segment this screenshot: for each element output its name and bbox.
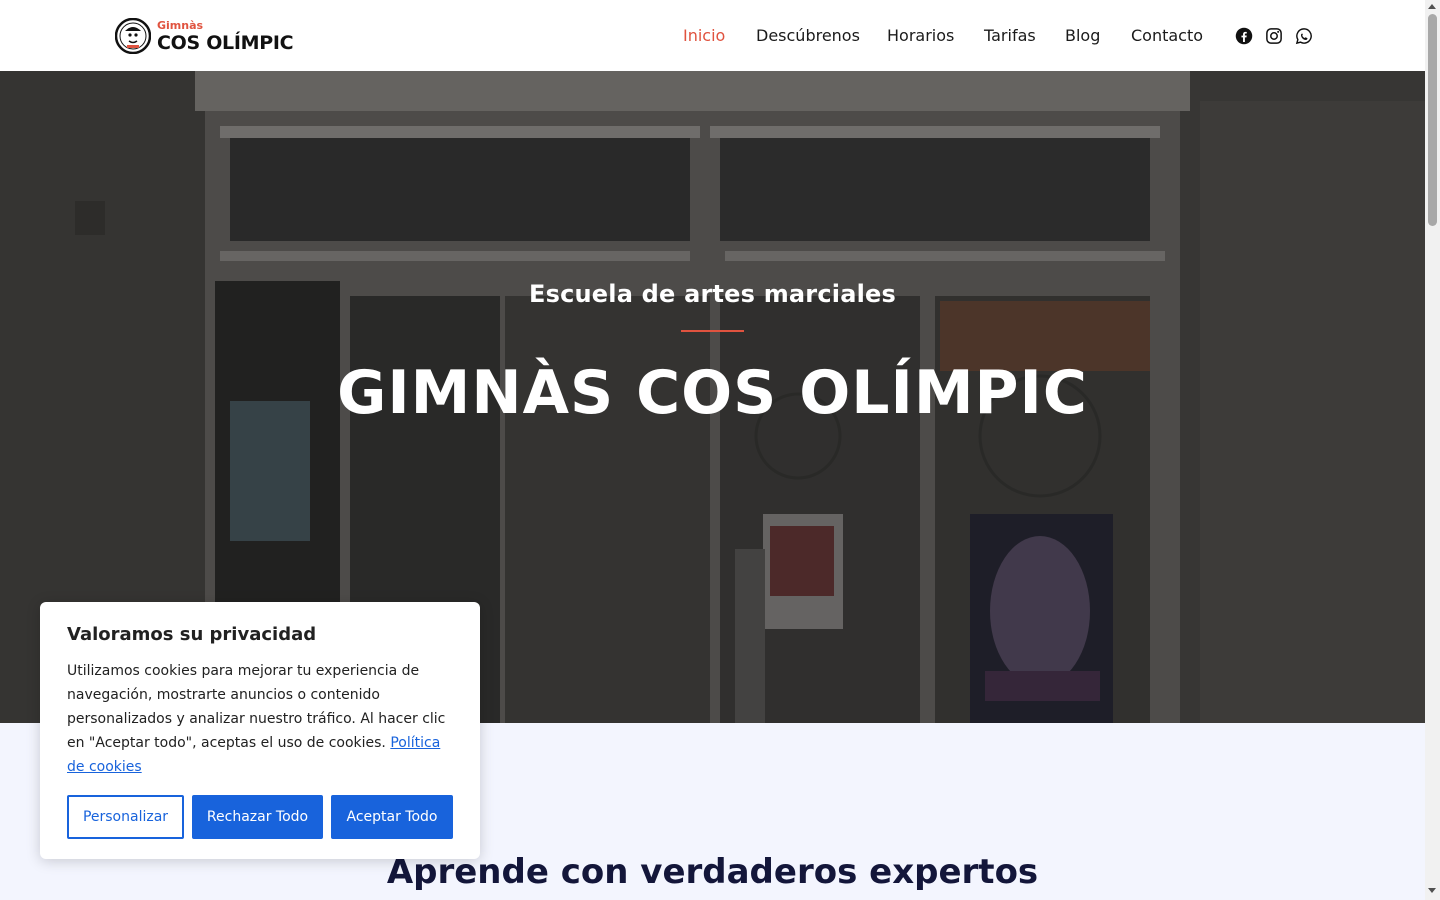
- vertical-scrollbar[interactable]: [1425, 0, 1440, 900]
- accept-all-button[interactable]: Aceptar Todo: [331, 795, 453, 839]
- nav-item-blog[interactable]: Blog: [1065, 24, 1100, 48]
- cookie-consent-banner: Valoramos su privacidad Utilizamos cooki…: [40, 602, 480, 859]
- nav-item-contacto[interactable]: Contacto: [1131, 24, 1203, 48]
- site-header: Gimnàs COS OLÍMPIC Inicio Descúbrenos Ho…: [0, 0, 1425, 71]
- hero-subtitle: Escuela de artes marciales: [529, 280, 896, 308]
- cookie-description-text: Utilizamos cookies para mejorar tu exper…: [67, 663, 446, 751]
- nav-item-descubrenos[interactable]: Descúbrenos: [756, 24, 860, 48]
- nav-item-horarios[interactable]: Horarios: [887, 24, 954, 48]
- customize-button[interactable]: Personalizar: [67, 795, 184, 839]
- hero-divider: [681, 330, 744, 332]
- instagram-icon[interactable]: [1265, 27, 1283, 47]
- scroll-down-arrow-icon[interactable]: [1428, 888, 1436, 893]
- main-nav: Inicio Descúbrenos Horarios Tarifas Blog…: [0, 24, 1425, 48]
- page: Gimnàs COS OLÍMPIC Inicio Descúbrenos Ho…: [0, 0, 1425, 900]
- scrollbar-thumb[interactable]: [1428, 14, 1437, 226]
- cookie-title: Valoramos su privacidad: [67, 624, 317, 645]
- facebook-icon[interactable]: [1235, 27, 1253, 47]
- cookie-description: Utilizamos cookies para mejorar tu exper…: [67, 659, 459, 779]
- whatsapp-icon[interactable]: [1295, 27, 1313, 47]
- nav-item-inicio[interactable]: Inicio: [683, 24, 725, 48]
- nav-item-tarifas[interactable]: Tarifas: [984, 24, 1036, 48]
- scroll-up-arrow-icon[interactable]: [1428, 4, 1436, 9]
- hero-title: GIMNÀS COS OLÍMPIC: [337, 358, 1088, 428]
- reject-all-button[interactable]: Rechazar Todo: [192, 795, 323, 839]
